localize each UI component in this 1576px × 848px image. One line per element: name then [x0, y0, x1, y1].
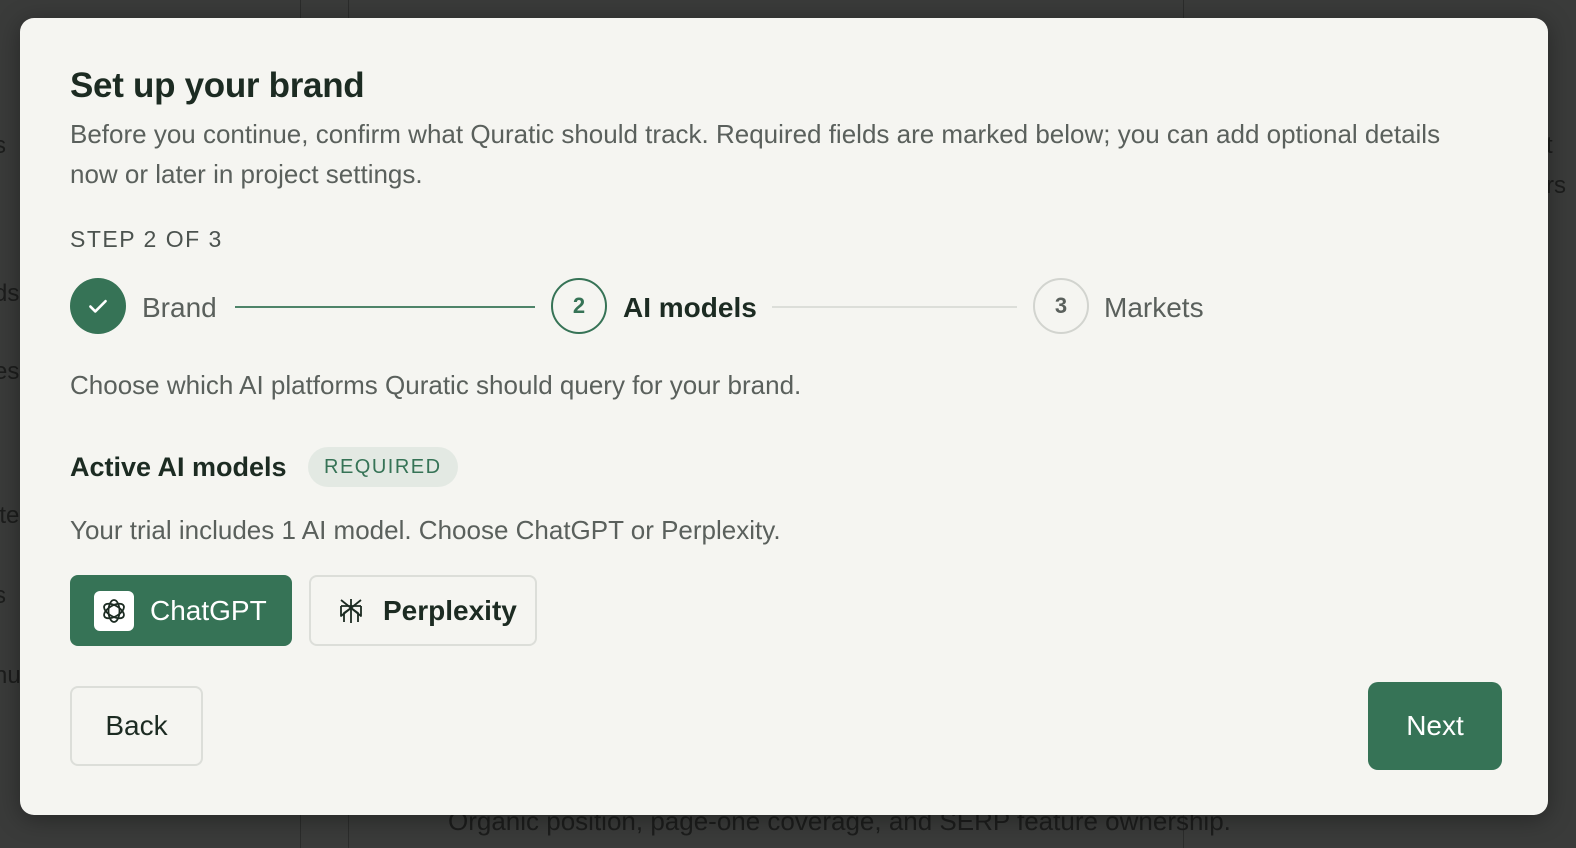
- trial-hint: Your trial includes 1 AI model. Choose C…: [70, 515, 781, 545]
- step-2-label: AI models: [623, 292, 757, 323]
- chatgpt-option-button[interactable]: ChatGPT: [70, 575, 292, 646]
- background-text: ite: [0, 502, 20, 529]
- modal-title: Set up your brand: [70, 66, 365, 105]
- back-button[interactable]: Back: [70, 686, 203, 766]
- required-badge: REQUIRED: [308, 447, 458, 487]
- section-title: Active AI models: [70, 452, 287, 482]
- step-3-circle: 3: [1033, 278, 1089, 334]
- chatgpt-label: ChatGPT: [150, 594, 267, 626]
- stepper: Brand 2 AI models 3 Markets: [70, 278, 1270, 336]
- chatgpt-logo-icon: [94, 590, 134, 631]
- step-intro: Choose which AI platforms Quratic should…: [70, 370, 802, 400]
- next-button[interactable]: Next: [1368, 682, 1502, 770]
- background-text: rs: [1546, 172, 1566, 199]
- perplexity-option-button[interactable]: Perplexity: [309, 575, 537, 646]
- check-icon: [89, 299, 107, 313]
- step-1-label: Brand: [142, 292, 217, 323]
- background-text: nu: [0, 662, 21, 689]
- step-3-label: Markets: [1104, 292, 1204, 323]
- step-2-circle: 2: [551, 278, 607, 334]
- step-connector: [772, 306, 1017, 308]
- background-text: s: [0, 132, 6, 159]
- background-text: ds: [0, 280, 20, 307]
- background-text: es: [0, 358, 20, 385]
- step-connector: [235, 306, 535, 308]
- step-1-circle: [70, 278, 126, 334]
- background-text: s: [0, 582, 6, 609]
- perplexity-logo-icon: [335, 595, 367, 627]
- step-indicator: STEP 2 OF 3: [70, 226, 223, 252]
- modal-subtitle: Before you continue, confirm what Qurati…: [70, 119, 1441, 189]
- setup-brand-modal: Set up your brand Before you continue, c…: [20, 18, 1548, 815]
- perplexity-label: Perplexity: [383, 594, 517, 626]
